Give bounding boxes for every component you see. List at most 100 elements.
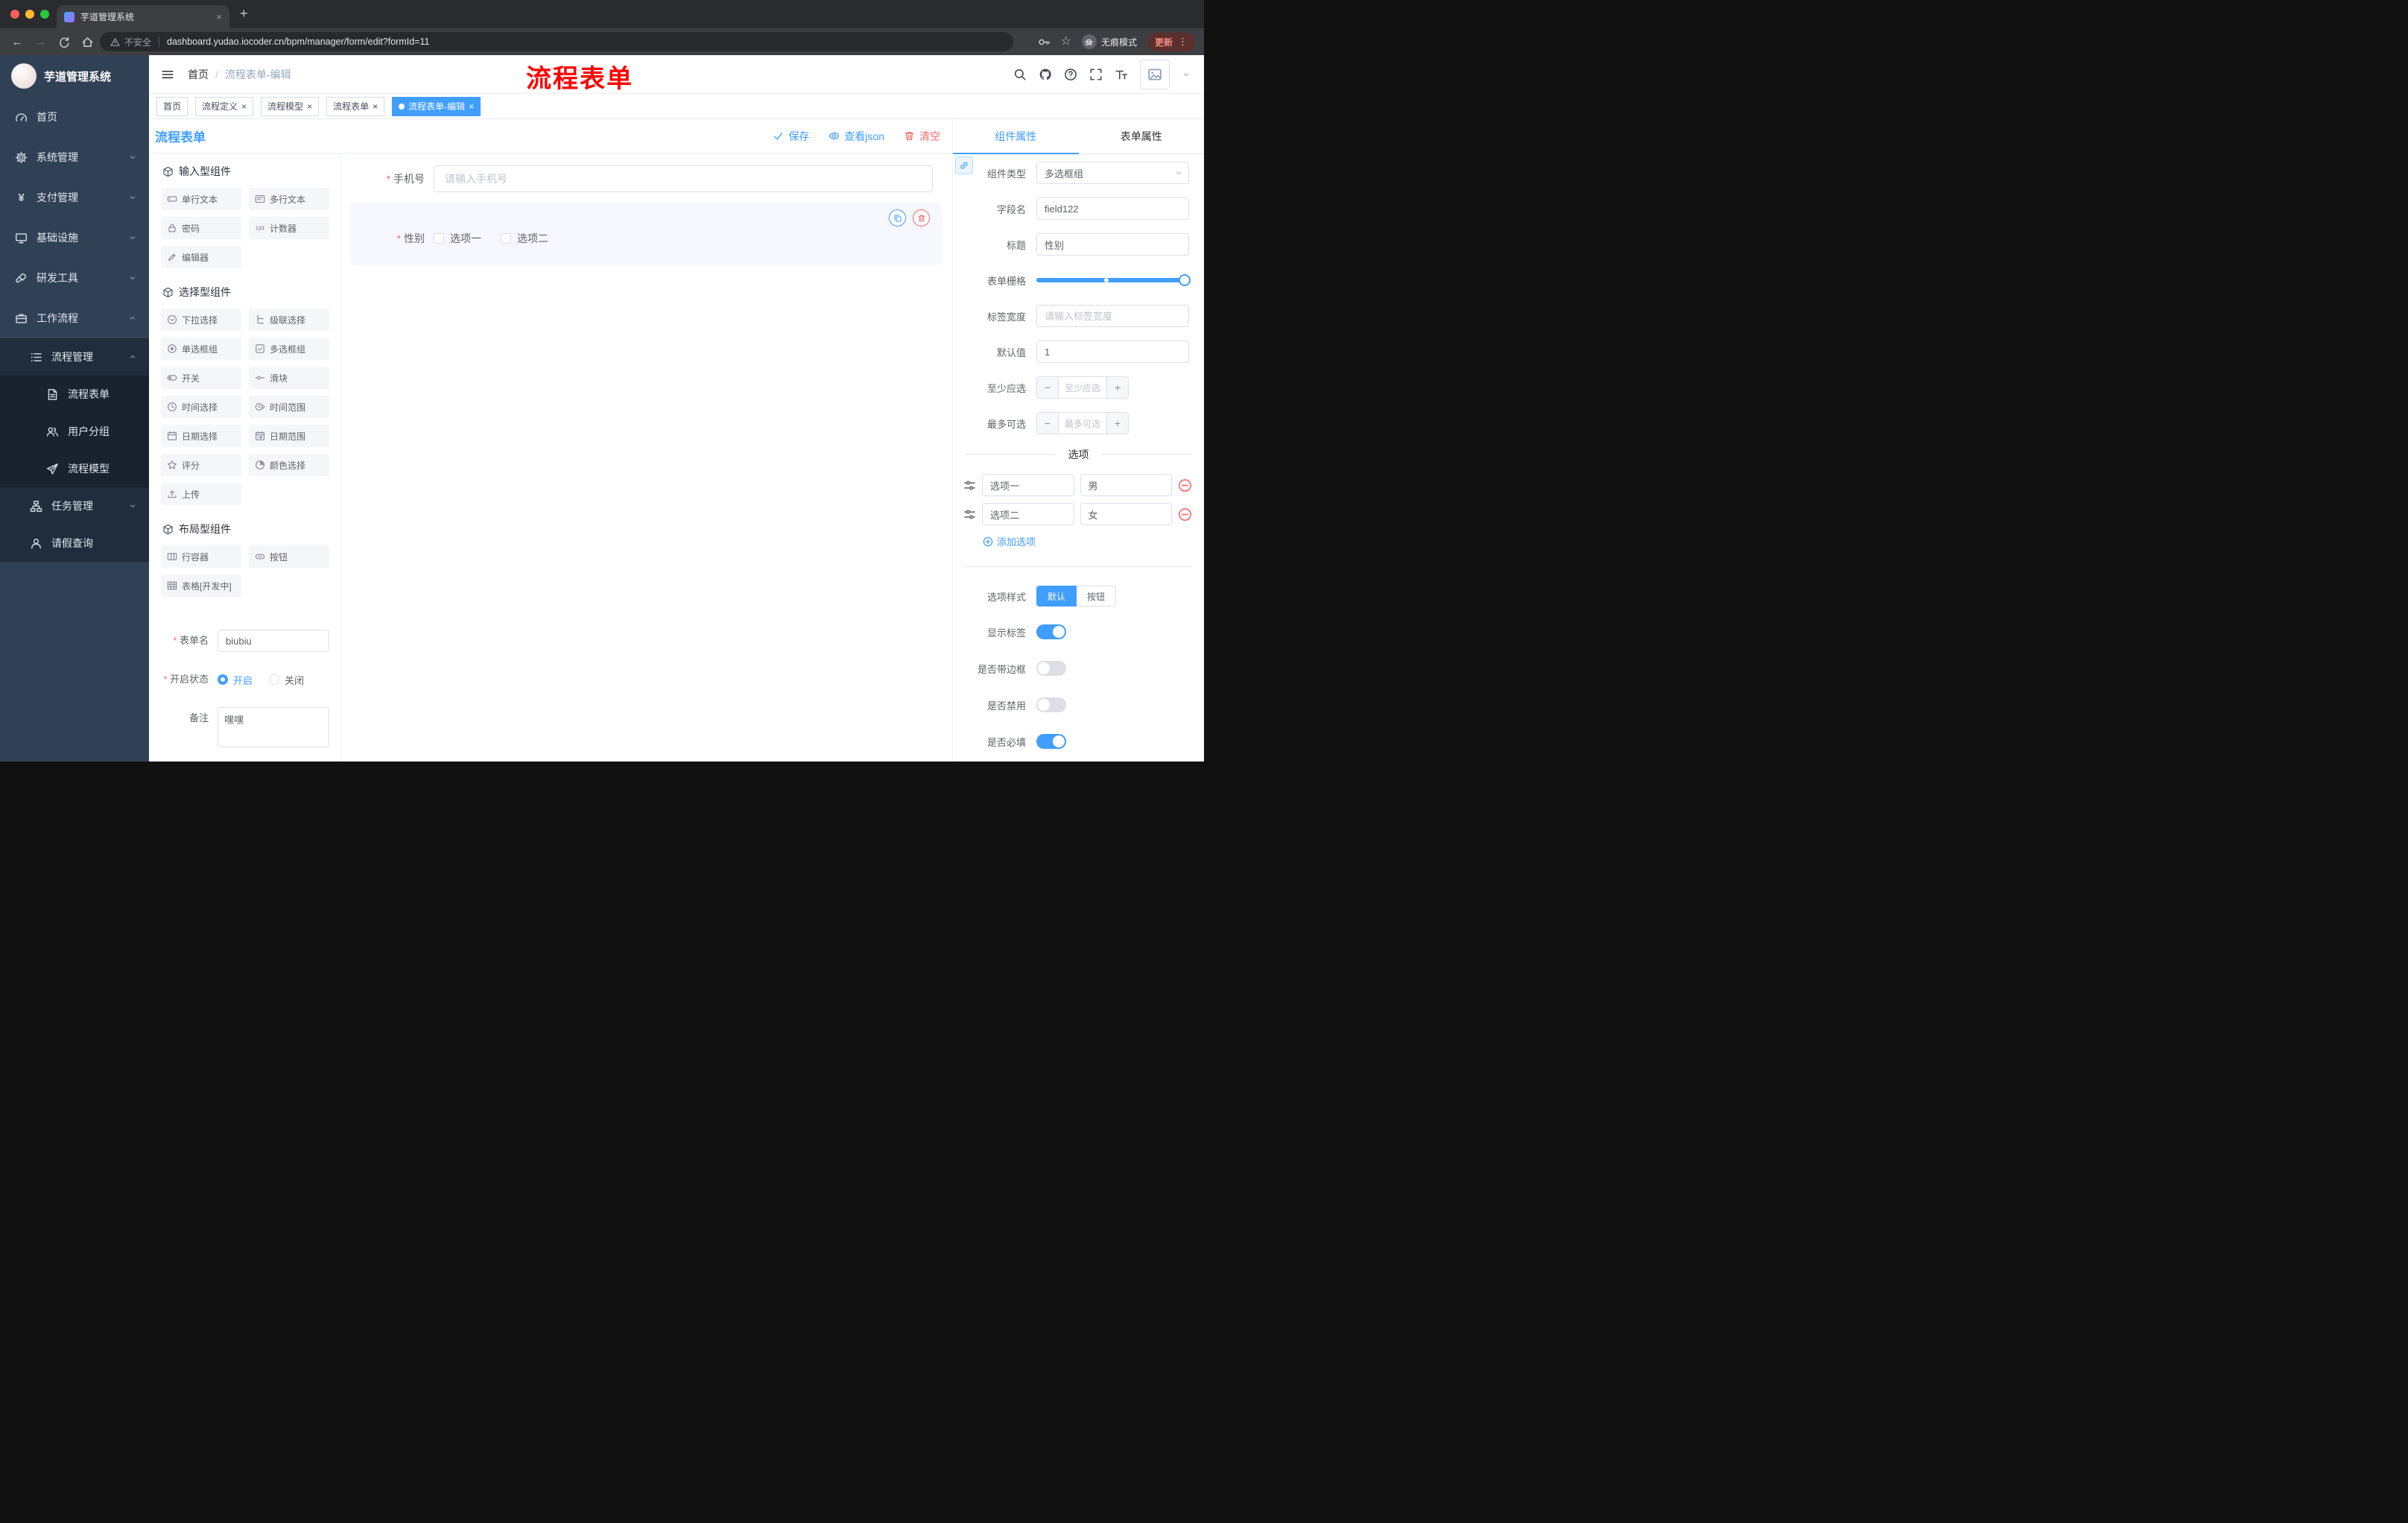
- checkbox-option-2[interactable]: 选项二: [501, 231, 548, 246]
- tab-form-props[interactable]: 表单属性: [1079, 119, 1205, 153]
- copy-field-button[interactable]: [889, 209, 906, 227]
- palette-item-select[interactable]: 下拉选择: [161, 308, 241, 331]
- tag-home[interactable]: 首页: [156, 96, 188, 116]
- radio-closed[interactable]: 关闭: [269, 673, 304, 687]
- option-2-value-input[interactable]: [1080, 503, 1172, 525]
- font-size-icon[interactable]: [1115, 68, 1128, 81]
- sidebar-item-process-model[interactable]: 流程模型: [0, 450, 149, 487]
- reload-icon[interactable]: [58, 36, 71, 48]
- minus-icon[interactable]: −: [1037, 377, 1059, 398]
- chevron-down-icon[interactable]: [1182, 70, 1191, 79]
- clear-button[interactable]: 清空: [904, 129, 940, 144]
- sidebar-item-process-manage[interactable]: 流程管理: [0, 338, 149, 376]
- tab-close-icon[interactable]: ×: [216, 11, 222, 22]
- tag-process-definition[interactable]: 流程定义 ×: [195, 96, 254, 116]
- tag-process-form-edit[interactable]: 流程表单-编辑 ×: [392, 96, 481, 116]
- forward-icon[interactable]: →: [34, 36, 48, 48]
- home-icon[interactable]: [81, 36, 94, 48]
- remove-option-icon[interactable]: [1178, 478, 1192, 493]
- key-icon[interactable]: [1038, 36, 1051, 48]
- option-1-name-input[interactable]: [982, 474, 1074, 496]
- canvas-field-phone[interactable]: 手机号: [350, 165, 942, 192]
- disabled-toggle[interactable]: [1036, 697, 1066, 712]
- palette-item-single-line-text[interactable]: 单行文本: [161, 188, 241, 210]
- avatar[interactable]: [1140, 59, 1170, 89]
- show-label-toggle[interactable]: [1036, 624, 1066, 639]
- default-value-input[interactable]: [1036, 341, 1189, 363]
- close-icon[interactable]: ×: [307, 102, 312, 111]
- remove-option-icon[interactable]: [1178, 507, 1192, 522]
- minus-icon[interactable]: −: [1037, 413, 1059, 434]
- min-select-placeholder[interactable]: 至少应选: [1059, 377, 1106, 398]
- palette-item-checkbox-group[interactable]: 多选框组: [249, 338, 329, 360]
- title-input[interactable]: [1036, 233, 1189, 256]
- sidebar-item-user-group[interactable]: 用户分组: [0, 413, 149, 450]
- sidebar-logo[interactable]: 芋道管理系统: [0, 55, 149, 97]
- palette-item-password[interactable]: 密码: [161, 217, 241, 239]
- palette-item-cascader[interactable]: 级联选择: [249, 308, 329, 331]
- sidebar-item-task-manage[interactable]: 任务管理: [0, 487, 149, 525]
- sidebar-item-infra[interactable]: 基础设施: [0, 218, 149, 258]
- help-icon[interactable]: [1064, 68, 1077, 81]
- palette-item-editor[interactable]: 编辑器: [161, 246, 241, 268]
- option-style-default[interactable]: 默认: [1036, 586, 1077, 607]
- palette-item-time-range[interactable]: 时间范围: [249, 396, 329, 418]
- save-button[interactable]: 保存: [773, 129, 809, 144]
- back-icon[interactable]: ←: [10, 36, 24, 48]
- fullscreen-icon[interactable]: [1089, 68, 1103, 81]
- phone-field-input[interactable]: [434, 165, 933, 192]
- window-zoom-button[interactable]: [40, 10, 49, 19]
- option-style-button[interactable]: 按钮: [1077, 586, 1117, 607]
- new-tab-button[interactable]: +: [240, 7, 248, 20]
- option-2-name-input[interactable]: [982, 503, 1074, 525]
- option-1-value-input[interactable]: [1080, 474, 1172, 496]
- palette-item-upload[interactable]: 上传: [161, 483, 241, 505]
- checkbox-icon[interactable]: [434, 233, 444, 244]
- window-minimize-button[interactable]: [25, 10, 34, 19]
- max-select-placeholder[interactable]: 最多可选: [1059, 413, 1106, 434]
- component-type-select[interactable]: 多选框组: [1036, 162, 1189, 184]
- sidebar-item-process-form[interactable]: 流程表单: [0, 376, 149, 413]
- address-bar[interactable]: 不安全 dashboard.yudao.iocoder.cn/bpm/manag…: [100, 32, 1013, 51]
- browser-update-button[interactable]: 更新 ⋮: [1147, 32, 1195, 51]
- palette-item-slider[interactable]: 滑块: [249, 367, 329, 389]
- drag-handle-icon[interactable]: [963, 508, 976, 521]
- tag-process-form[interactable]: 流程表单 ×: [326, 96, 385, 116]
- checkbox-option-1[interactable]: 选项一: [434, 231, 481, 246]
- plus-icon[interactable]: +: [1106, 413, 1128, 434]
- palette-item-counter[interactable]: 计数器: [249, 217, 329, 239]
- close-icon[interactable]: ×: [241, 102, 247, 111]
- form-name-input[interactable]: [218, 630, 329, 652]
- field-name-input[interactable]: [1036, 197, 1189, 220]
- slider-handle[interactable]: [1179, 274, 1191, 286]
- search-icon[interactable]: [1013, 68, 1027, 81]
- sidebar-item-leave-query[interactable]: 请假查询: [0, 525, 149, 562]
- view-json-button[interactable]: 查看json: [828, 129, 884, 144]
- palette-item-multi-line-text[interactable]: 多行文本: [249, 188, 329, 210]
- panel-pin-button[interactable]: [955, 156, 973, 174]
- window-close-button[interactable]: [10, 10, 19, 19]
- drag-handle-icon[interactable]: [963, 479, 976, 492]
- sidebar-item-payment[interactable]: ¥ 支付管理: [0, 177, 149, 218]
- sidebar-item-system[interactable]: 系统管理: [0, 137, 149, 177]
- tag-process-model[interactable]: 流程模型 ×: [261, 96, 320, 116]
- form-remark-textarea[interactable]: 嘿嘿: [218, 707, 329, 747]
- palette-item-switch[interactable]: 开关: [161, 367, 241, 389]
- browser-tab[interactable]: 芋道管理系统 ×: [57, 5, 229, 28]
- palette-item-date-picker[interactable]: 日期选择: [161, 425, 241, 447]
- form-grid-slider[interactable]: [1036, 269, 1191, 291]
- palette-item-color-picker[interactable]: 颜色选择: [249, 454, 329, 476]
- add-option-button[interactable]: 添加选项: [983, 534, 1204, 548]
- palette-item-date-range[interactable]: 日期范围: [249, 425, 329, 447]
- sidebar-item-workflow[interactable]: 工作流程: [0, 298, 149, 338]
- palette-item-button[interactable]: 按钮: [249, 545, 329, 568]
- github-icon[interactable]: [1039, 68, 1052, 81]
- sidebar-item-home[interactable]: 首页: [0, 97, 149, 137]
- radio-open[interactable]: 开启: [218, 673, 253, 687]
- tab-component-props[interactable]: 组件属性: [953, 119, 1079, 154]
- label-width-input[interactable]: [1036, 305, 1189, 327]
- hamburger-icon[interactable]: [161, 68, 174, 81]
- sidebar-item-devtools[interactable]: 研发工具: [0, 258, 149, 298]
- close-icon[interactable]: ×: [373, 102, 378, 111]
- close-icon[interactable]: ×: [469, 102, 474, 111]
